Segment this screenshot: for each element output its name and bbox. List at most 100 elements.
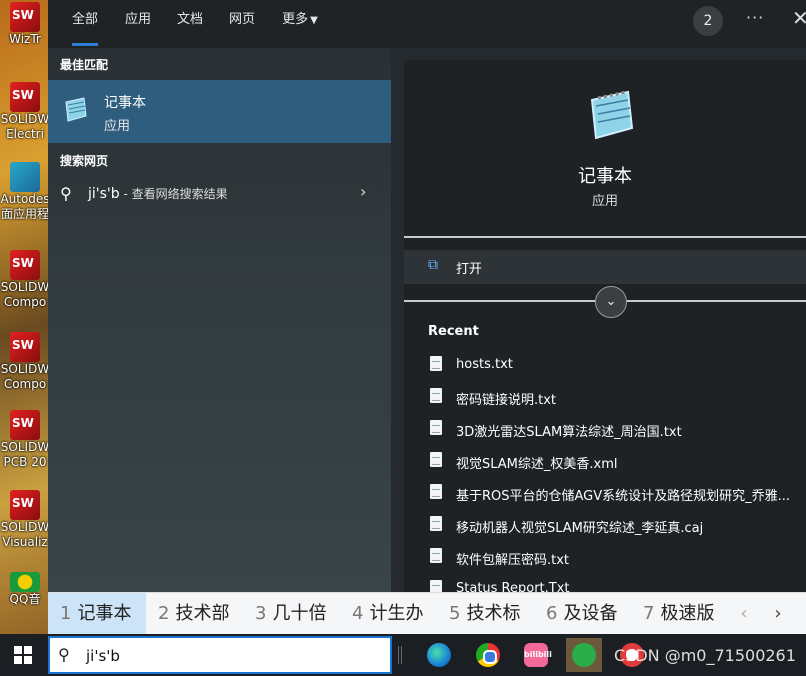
chevron-right-icon[interactable]: › — [360, 182, 366, 201]
solidworks-icon — [10, 250, 40, 280]
file-icon — [430, 356, 442, 371]
recent-file-name: 基于ROS平台的仓储AGV系统设计及路径规划研究_乔雅... — [456, 489, 791, 504]
recent-file-item[interactable]: 移动机器人视觉SLAM研究综述_李延真.caj — [428, 514, 798, 538]
taskbar-search-box[interactable]: ⚲ ji's'b — [48, 636, 392, 674]
recent-file-name: hosts.txt — [456, 357, 513, 372]
ime-candidate-7[interactable]: 7 极速版 — [631, 593, 726, 635]
desktop-icon-qq-music[interactable]: QQ音 — [0, 572, 50, 607]
ime-candidate-1[interactable]: 1 记事本 — [48, 593, 146, 635]
desktop-icon-label: SOLIDW Visualiz — [0, 520, 50, 549]
recent-file-item[interactable]: 密码链接说明.txt — [428, 386, 798, 410]
candidate-number: 4 — [352, 603, 364, 624]
more-options-button[interactable]: ··· — [746, 8, 764, 27]
best-match-type: 应用 — [104, 119, 131, 134]
taskbar-chrome[interactable] — [470, 638, 506, 672]
file-icon — [430, 516, 442, 531]
recent-file-item[interactable]: hosts.txt — [428, 354, 798, 378]
web-search-item[interactable]: ⚲ ji's'b - 查看网络搜索结果 › — [48, 178, 391, 210]
recent-file-item[interactable]: 软件包解压密码.txt — [428, 546, 798, 570]
tab-documents[interactable]: 文档 — [164, 0, 216, 48]
candidate-text: 几十倍 — [272, 603, 327, 624]
candidate-number: 1 — [60, 603, 72, 624]
recent-file-name: 3D激光雷达SLAM算法综述_周治国.txt — [456, 425, 682, 440]
qq-music-icon — [10, 572, 40, 592]
file-icon — [430, 548, 442, 563]
ime-next-page-icon[interactable]: › — [762, 593, 794, 635]
csdn-watermark: CSDN @m0_71500261 — [614, 646, 796, 665]
candidate-number: 7 — [643, 603, 655, 624]
candidate-number: 2 — [158, 603, 170, 624]
open-button[interactable]: ⧉ 打开 — [404, 250, 806, 284]
candidate-text: 技术标 — [466, 603, 521, 624]
notepad-icon — [65, 97, 87, 122]
recent-file-item[interactable]: 视觉SLAM综述_权美香.xml — [428, 450, 798, 474]
candidate-text: 记事本 — [77, 603, 132, 624]
search-icon: ⚲ — [58, 645, 70, 664]
solidworks-icon — [10, 490, 40, 520]
desktop-icon-label: SOLIDW Compo — [0, 280, 50, 309]
taskbar-search-input[interactable]: ji's'b — [86, 647, 120, 665]
divider — [404, 236, 806, 238]
file-icon — [430, 388, 442, 403]
recent-file-name: 密码链接说明.txt — [456, 393, 557, 408]
autodesk-icon — [10, 162, 40, 192]
desktop-icon-label: SOLIDW PCB 20 — [0, 440, 50, 469]
web-search-heading: 搜索网页 — [60, 154, 109, 168]
taskbar-bilibili[interactable]: bilibili — [518, 638, 554, 672]
web-search-query: ji's'b — [88, 186, 120, 202]
candidate-text: 技术部 — [175, 603, 230, 624]
desktop-icon-wiztree[interactable]: WizTr — [0, 2, 50, 47]
taskbar: ⚲ ji's'b bilibili CSDN @m0_71500261 — [0, 634, 806, 676]
solidworks-icon — [10, 82, 40, 112]
preview-app-name: 记事本 — [578, 166, 632, 187]
windows-start-icon[interactable] — [14, 646, 32, 664]
recent-file-item[interactable]: 基于ROS平台的仓储AGV系统设计及路径规划研究_乔雅... — [428, 482, 798, 506]
candidate-number: 3 — [255, 603, 267, 624]
wechat-icon — [572, 643, 596, 667]
file-icon — [430, 420, 442, 435]
ime-candidate-2[interactable]: 2 技术部 — [146, 593, 241, 635]
desktop-icon-solidworks-visualize[interactable]: SOLIDW Visualiz — [0, 490, 50, 550]
file-icon — [430, 484, 442, 499]
ime-candidate-6[interactable]: 6 及设备 — [534, 593, 629, 635]
desktop-icon-label: WizTr — [9, 32, 41, 46]
recent-heading: Recent — [428, 324, 479, 339]
candidate-number: 5 — [449, 603, 461, 624]
desktop-icon-solidworks-composer-2[interactable]: SOLIDW Compo — [0, 332, 50, 392]
tab-more[interactable]: 更多 ▼ — [270, 0, 330, 48]
edge-icon — [427, 643, 451, 667]
results-list: 最佳匹配 记事本 应用 搜索网页 ⚲ ji's'b - 查看网络搜索结果 › — [48, 48, 391, 592]
chevron-down-icon: ▼ — [310, 15, 318, 26]
bilibili-icon: bilibili — [524, 643, 552, 667]
ime-candidate-3[interactable]: 3 几十倍 — [243, 593, 338, 635]
file-icon — [430, 452, 442, 467]
tab-web[interactable]: 网页 — [216, 0, 268, 48]
ime-candidate-4[interactable]: 4 计生办 — [340, 593, 435, 635]
close-icon[interactable]: ✕ — [792, 6, 806, 30]
tab-all[interactable]: 全部 — [60, 0, 110, 48]
ime-candidate-5[interactable]: 5 技术标 — [437, 593, 532, 635]
ime-prev-page-icon[interactable]: ‹ — [728, 593, 760, 635]
solidworks-icon — [10, 332, 40, 362]
open-label: 打开 — [456, 262, 483, 277]
expand-chevron-icon[interactable]: ⌄ — [595, 286, 627, 318]
best-match-name: 记事本 — [104, 95, 146, 111]
taskbar-edge[interactable] — [421, 638, 457, 672]
preview-pane: 记事本 应用 ⧉ 打开 ⌄ Recent hosts.txt 密码链接说明.tx… — [404, 60, 806, 592]
taskbar-wechat[interactable] — [566, 638, 602, 672]
tab-apps[interactable]: 应用 — [112, 0, 164, 48]
open-icon: ⧉ — [428, 257, 438, 273]
rewards-badge[interactable]: 2 — [693, 6, 723, 36]
recent-file-item[interactable]: Status Report.Txt — [428, 578, 798, 592]
search-tabs: 全部 应用 文档 网页 更多 ▼ 2 ··· ✕ — [48, 0, 806, 48]
candidate-text: 极速版 — [660, 603, 715, 624]
recent-file-name: 软件包解压密码.txt — [456, 553, 570, 568]
desktop-icon-solidworks-composer-1[interactable]: SOLIDW Compo — [0, 250, 50, 310]
recent-file-item[interactable]: 3D激光雷达SLAM算法综述_周治国.txt — [428, 418, 798, 442]
desktop-icon-autodesk[interactable]: Autodes 面应用程 — [0, 162, 50, 222]
ime-candidate-bar: 1 记事本 2 技术部 3 几十倍 4 计生办 5 技术标 6 及设备 7 极速版 ‹ › — [48, 592, 806, 635]
best-match-item[interactable]: 记事本 应用 — [48, 80, 391, 143]
desktop-icon-solidworks-pcb[interactable]: SOLIDW PCB 20 — [0, 410, 50, 470]
candidate-text: 及设备 — [563, 603, 618, 624]
desktop-icon-solidworks-electrical[interactable]: SOLIDW Electri — [0, 82, 50, 142]
